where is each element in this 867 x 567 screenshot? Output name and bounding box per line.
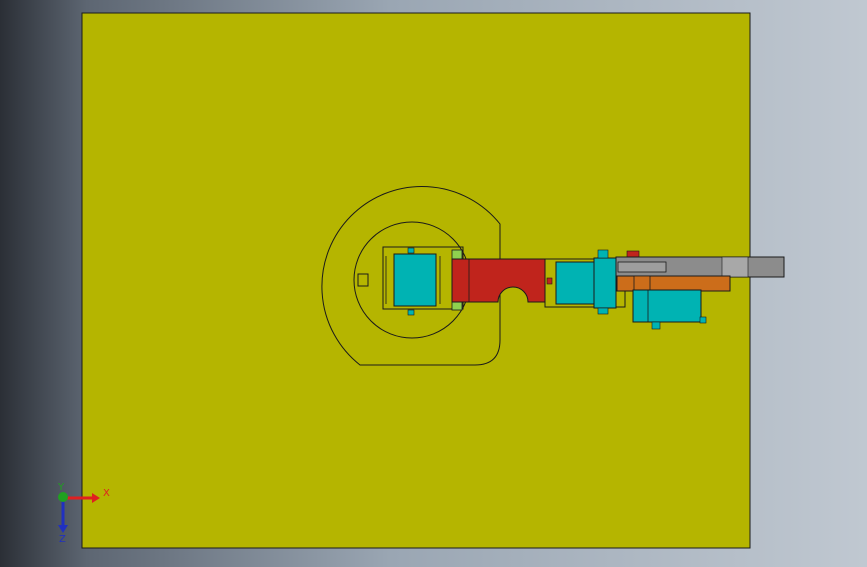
triad-y-label: Y [57,482,65,493]
red-marker [626,250,640,258]
wrist-bolt-bottom [597,307,609,315]
wrist-housing[interactable] [555,261,595,305]
arm-link[interactable] [451,258,546,303]
lower-motor-housing[interactable] [632,289,702,323]
arm-tab [546,277,553,285]
lower-motor-foot [651,321,661,330]
base-motor-housing[interactable] [393,253,437,307]
wrist-bolt-top [597,249,609,259]
lower-motor-cap [699,316,707,324]
base-bolt-bottom [407,309,415,316]
model-canvas[interactable]: X Y Z [0,0,867,562]
cad-viewport[interactable]: X Y Z [0,0,867,562]
triad-y-axis [58,492,68,502]
wrist-flange [593,257,617,309]
triad-x-label: X [103,488,110,499]
beam-highlight [721,256,749,278]
triad-z-label: Z [59,534,66,545]
base-bolt-top [407,247,415,254]
triad-z-arrow [58,525,68,533]
beam-clamp [617,261,667,273]
